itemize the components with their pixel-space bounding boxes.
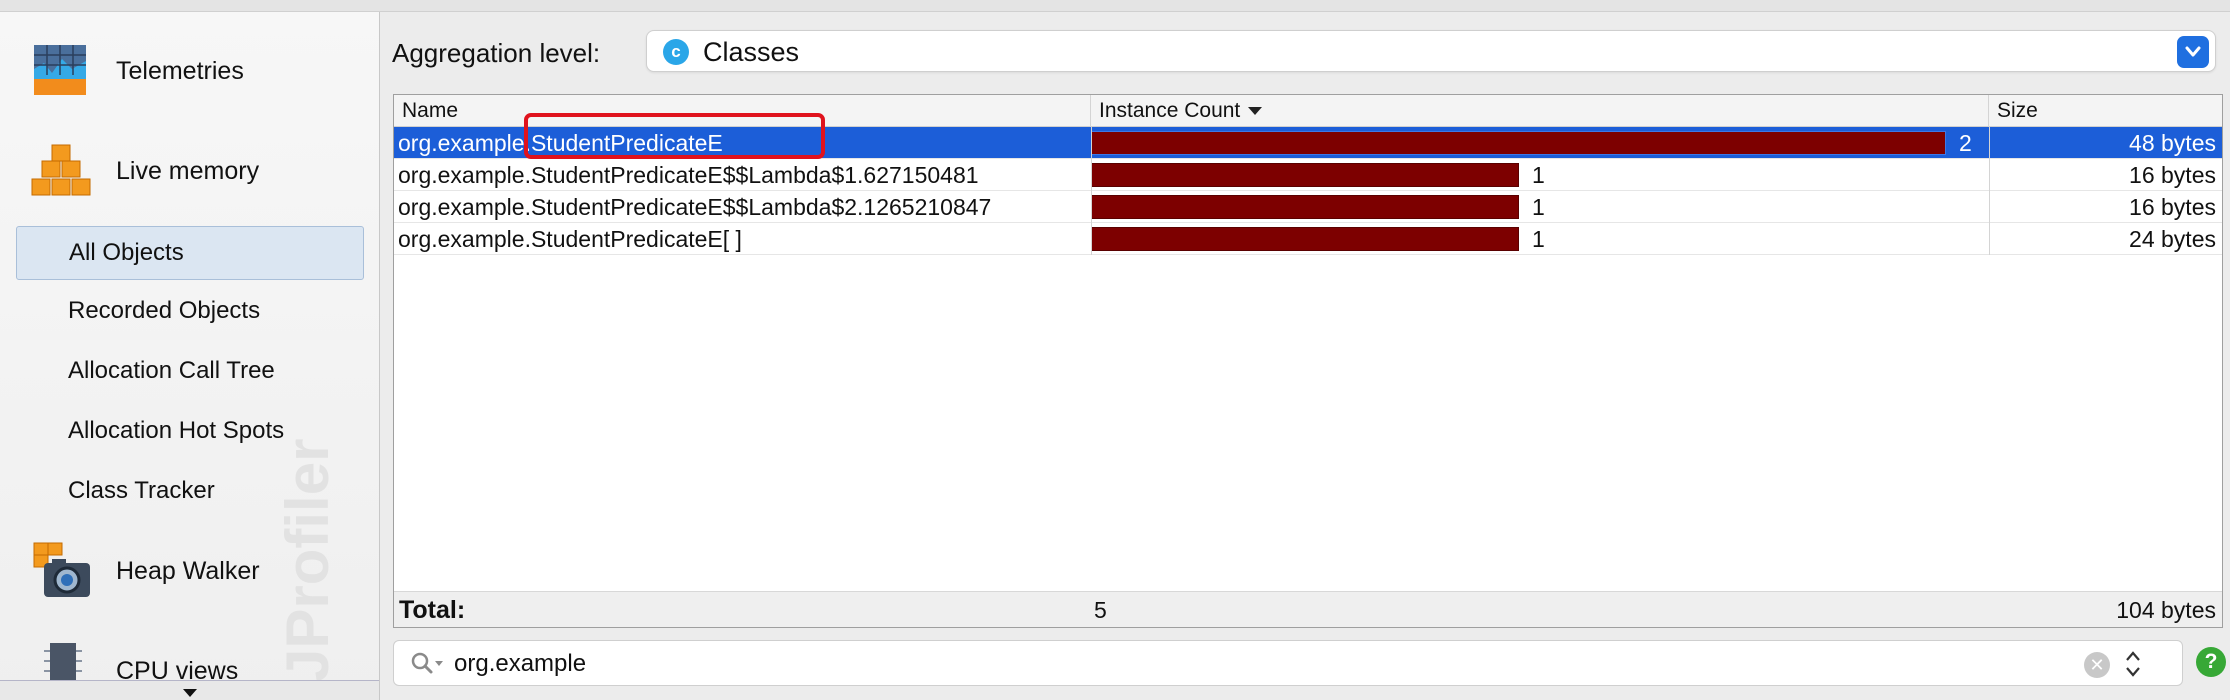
sidebar: Telemetries Live memory All Objects Reco… <box>0 12 380 700</box>
sidebar-item-label: Allocation Call Tree <box>68 357 275 384</box>
aggregation-level-label: Aggregation level: <box>392 38 601 68</box>
sidebar-item-recorded-objects[interactable]: Recorded Objects <box>16 284 364 338</box>
total-label: Total: <box>399 596 466 624</box>
table-header: Name Instance Count Size <box>394 95 2222 127</box>
class-name-cell: org.example.StudentPredicateE <box>398 130 723 156</box>
sidebar-item-label: All Objects <box>69 239 184 266</box>
class-name-cell: org.example.StudentPredicateE$$Lambda$1.… <box>398 162 979 188</box>
sidebar-category-label: Live memory <box>116 156 260 185</box>
total-count: 5 <box>1094 597 1107 623</box>
column-header-name[interactable]: Name <box>394 95 1091 127</box>
instance-count-cell: 1 <box>1532 194 1545 220</box>
column-header-instance-count[interactable]: Instance Count <box>1091 95 1989 127</box>
size-cell: 48 bytes <box>2129 130 2216 156</box>
top-strip <box>0 0 2230 12</box>
sidebar-item-label: Recorded Objects <box>68 297 261 324</box>
instance-count-bar <box>1091 195 1519 219</box>
chevron-down-icon <box>183 689 197 697</box>
total-size: 104 bytes <box>2116 597 2216 623</box>
table-row[interactable]: org.example.StudentPredicateE$$Lambda$1.… <box>394 159 2222 191</box>
dropdown-arrow-button[interactable] <box>2177 36 2209 68</box>
table-row[interactable]: org.example.StudentPredicateE 2 48 bytes <box>394 127 2222 159</box>
total-row: Total: 5 104 bytes <box>394 591 2222 627</box>
aggregation-level-select[interactable]: c Classes <box>646 30 2216 72</box>
table-row[interactable]: org.example.StudentPredicateE[ ] 1 24 by… <box>394 223 2222 255</box>
table-row[interactable]: org.example.StudentPredicateE$$Lambda$2.… <box>394 191 2222 223</box>
instance-count-bar <box>1091 227 1519 251</box>
instance-count-cell: 1 <box>1532 162 1545 188</box>
instance-count-cell: 1 <box>1532 226 1545 252</box>
sidebar-item-all-objects[interactable]: All Objects <box>16 226 364 280</box>
sidebar-scroll-down-button[interactable] <box>0 680 379 700</box>
jprofiler-watermark-logo: JProfiler <box>276 439 341 682</box>
objects-table: Name Instance Count Size org.example.Stu… <box>393 94 2223 628</box>
svg-text:JProfiler: JProfiler <box>276 439 341 682</box>
column-divider <box>1989 127 1990 255</box>
instance-count-cell: 2 <box>1959 130 1972 156</box>
filter-input[interactable]: org.example <box>454 650 586 678</box>
chevron-down-icon <box>2185 46 2201 57</box>
column-header-size[interactable]: Size <box>1989 95 2222 127</box>
filter-field[interactable]: org.example ✕ <box>393 640 2183 686</box>
help-icon[interactable]: ? <box>2196 647 2226 677</box>
instance-count-bar <box>1091 131 1946 155</box>
class-name-cell: org.example.StudentPredicateE[ ] <box>398 226 742 252</box>
sidebar-item-label: Class Tracker <box>68 477 215 504</box>
class-name-cell: org.example.StudentPredicateE$$Lambda$2.… <box>398 194 992 220</box>
column-divider <box>1091 127 1092 255</box>
live-memory-icon <box>31 144 91 196</box>
sidebar-category-label: Heap Walker <box>116 556 260 585</box>
heap-walker-icon <box>33 542 90 597</box>
aggregation-level-value: Classes <box>703 37 800 67</box>
filter-options-stepper[interactable] <box>2122 647 2144 681</box>
sidebar-item-label: Allocation Hot Spots <box>68 417 285 444</box>
instance-count-bar <box>1091 163 1519 187</box>
size-cell: 16 bytes <box>2129 162 2216 188</box>
size-cell: 16 bytes <box>2129 194 2216 220</box>
clear-filter-icon[interactable]: ✕ <box>2084 652 2110 678</box>
search-icon[interactable] <box>410 651 444 677</box>
sidebar-category-label: Telemetries <box>116 56 244 85</box>
sidebar-category-live-memory[interactable]: Live memory <box>0 130 379 212</box>
size-cell: 24 bytes <box>2129 226 2216 252</box>
sidebar-category-telemetries[interactable]: Telemetries <box>0 30 379 112</box>
sort-descending-icon <box>1248 107 1263 116</box>
class-icon: c <box>663 39 689 65</box>
telemetries-icon <box>34 45 86 95</box>
